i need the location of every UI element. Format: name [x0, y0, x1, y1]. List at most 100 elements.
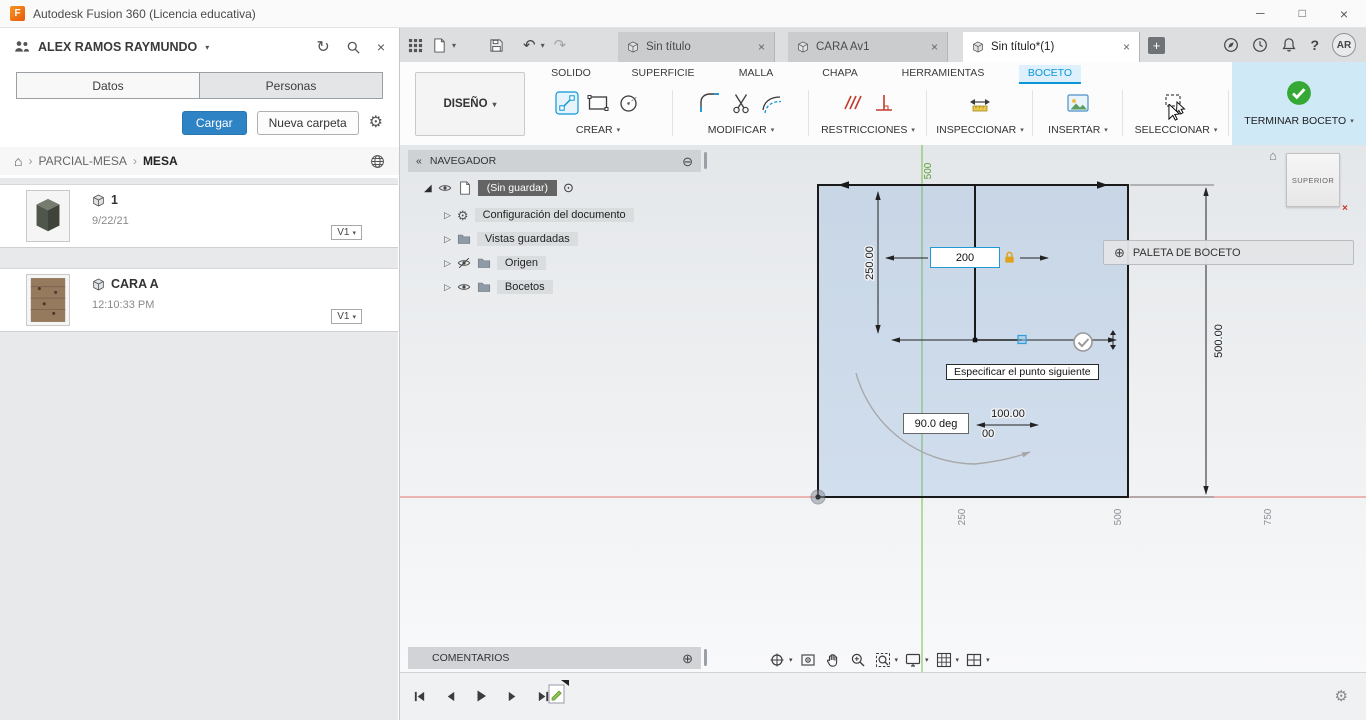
chevron-down-icon[interactable]: ▾ — [541, 41, 545, 50]
step-back-button[interactable] — [439, 685, 461, 707]
viewports-button[interactable] — [963, 649, 985, 671]
lock-icon[interactable] — [1002, 250, 1017, 265]
origin-point[interactable] — [815, 494, 820, 499]
perpendicular-constraint-icon[interactable] — [872, 91, 896, 115]
tab-superficie[interactable]: SUPERFICIE — [622, 65, 703, 82]
file-menu-icon[interactable] — [432, 38, 447, 53]
expand-plus-icon[interactable]: ⊕ — [1114, 246, 1125, 259]
chevron-down-icon[interactable]: ▾ — [452, 41, 456, 50]
sketch-point[interactable] — [973, 338, 978, 343]
expand-arrow-icon[interactable]: ▷ — [444, 234, 451, 245]
minimize-panel-icon[interactable]: ⊖ — [682, 155, 693, 168]
version-dropdown[interactable]: V1 ▾ — [331, 309, 362, 324]
tab-malla[interactable]: MALLA — [730, 65, 782, 82]
tree-item-label[interactable]: Origen — [497, 256, 546, 270]
dim-250-text[interactable]: 250.00 — [864, 246, 876, 280]
expand-arrow-icon[interactable]: ▷ — [444, 258, 451, 269]
tree-item-label[interactable]: Bocetos — [497, 280, 553, 294]
workspace-dropdown[interactable]: DISEÑO ▾ — [415, 72, 525, 136]
modificar-dropdown[interactable]: MODIFICAR ▾ — [676, 124, 806, 136]
tab-solido[interactable]: SOLIDO — [542, 65, 600, 82]
new-folder-button[interactable]: Nueva carpeta — [257, 111, 359, 135]
chevron-down-icon[interactable]: ▾ — [956, 656, 960, 664]
root-document-name[interactable]: (Sin guardar) — [478, 180, 557, 196]
upload-button[interactable]: Cargar — [182, 111, 247, 135]
orbit-button[interactable] — [766, 649, 788, 671]
tab-personas[interactable]: Personas — [199, 73, 382, 98]
maximize-button[interactable]: □ — [1299, 6, 1306, 22]
close-tab-icon[interactable]: × — [1123, 40, 1130, 54]
tree-item-sketches[interactable]: ▷ Bocetos — [408, 277, 553, 297]
finish-sketch-block[interactable]: TERMINAR BOCETO ▾ — [1232, 62, 1366, 145]
tab-herramientas[interactable]: HERRAMIENTAS — [893, 65, 994, 82]
navigator-header[interactable]: « NAVEGADOR ⊖ — [408, 150, 701, 172]
viewcube[interactable]: SUPERIOR — [1286, 153, 1340, 207]
line-tool-icon[interactable] — [555, 91, 579, 115]
crear-dropdown[interactable]: CREAR ▾ — [528, 124, 668, 136]
tab-datos[interactable]: Datos — [17, 73, 199, 98]
document-title[interactable]: 1 — [111, 193, 118, 207]
insertar-dropdown[interactable]: INSERTAR ▾ — [1036, 124, 1120, 136]
chevron-down-icon[interactable]: ▾ — [205, 43, 209, 52]
home-icon[interactable]: ⌂ — [14, 153, 22, 169]
seleccionar-dropdown[interactable]: SELECCIONAR ▾ — [1126, 124, 1226, 136]
breadcrumb-project[interactable]: PARCIAL-MESA — [38, 154, 126, 168]
list-item[interactable]: 1 9/22/21 V1 ▾ — [0, 184, 398, 248]
insert-image-icon[interactable] — [1066, 91, 1090, 115]
document-thumbnail[interactable] — [26, 190, 70, 242]
doc-tab[interactable]: Sin título × — [618, 32, 775, 62]
version-dropdown[interactable]: V1 ▾ — [331, 225, 362, 240]
doc-tab-active[interactable]: Sin título*(1) × — [963, 32, 1140, 62]
team-name[interactable]: ALEX RAMOS RAYMUNDO — [38, 40, 197, 54]
tree-item-doc-settings[interactable]: ▷ ⚙ Configuración del documento — [408, 205, 634, 225]
close-panel-icon[interactable]: × — [377, 39, 385, 55]
navigator-root-row[interactable]: ◢ (Sin guardar) ⊙ — [408, 178, 574, 198]
job-status-clock-icon[interactable] — [1252, 37, 1268, 53]
activate-target-icon[interactable]: ⊙ — [563, 180, 574, 196]
visibility-eye-icon[interactable] — [438, 181, 452, 195]
help-icon[interactable]: ? — [1310, 37, 1319, 53]
close-tab-icon[interactable]: × — [931, 40, 938, 54]
skip-to-start-button[interactable] — [408, 685, 430, 707]
chevron-down-icon[interactable]: ▾ — [789, 656, 793, 664]
trim-scissors-icon[interactable] — [729, 91, 753, 115]
add-comment-icon[interactable]: ⊕ — [682, 652, 693, 665]
offset-tool-icon[interactable] — [760, 91, 784, 115]
viewport-canvas[interactable]: 250.00 500.00 100.00 00 2 — [400, 145, 1366, 672]
tree-item-label[interactable]: Vistas guardadas — [477, 232, 578, 246]
notifications-bell-icon[interactable] — [1281, 37, 1297, 53]
expand-arrow-icon[interactable]: ▷ — [444, 210, 451, 221]
doc-tab[interactable]: CARA Av1 × — [788, 32, 948, 62]
panel-drag-handle[interactable] — [704, 649, 707, 666]
app-grid-icon[interactable] — [408, 38, 423, 53]
tab-boceto[interactable]: BOCETO — [1019, 65, 1081, 84]
fillet-tool-icon[interactable] — [698, 91, 722, 115]
dim-100-text[interactable]: 100.00 — [991, 408, 1025, 420]
zoom-window-button[interactable] — [872, 649, 894, 671]
tab-chapa[interactable]: CHAPA — [813, 65, 866, 82]
display-settings-button[interactable] — [902, 649, 924, 671]
visibility-off-eye-icon[interactable] — [457, 256, 471, 270]
tree-item-label[interactable]: Configuración del documento — [475, 208, 634, 222]
search-icon[interactable] — [346, 40, 361, 55]
tree-item-origin[interactable]: ▷ Origen — [408, 253, 546, 273]
play-button[interactable] — [470, 685, 492, 707]
measure-tool-icon[interactable] — [968, 91, 992, 115]
comments-bar[interactable]: COMENTARIOS ⊕ — [408, 647, 701, 669]
chevron-down-icon[interactable]: ▾ — [925, 656, 929, 664]
user-avatar[interactable]: AR — [1332, 33, 1356, 57]
inspeccionar-dropdown[interactable]: INSPECCIONAR ▾ — [930, 124, 1030, 136]
accept-check-badge[interactable] — [1074, 333, 1092, 351]
minimize-button[interactable]: ─ — [1256, 6, 1265, 22]
web-icon[interactable] — [370, 154, 385, 169]
grid-settings-button[interactable] — [933, 649, 955, 671]
dim-500-text[interactable]: 500.00 — [1213, 324, 1225, 358]
rectangle-tool-icon[interactable] — [586, 91, 610, 115]
visibility-eye-icon[interactable] — [457, 280, 471, 294]
expand-arrow-icon[interactable]: ▷ — [444, 282, 451, 293]
close-tab-icon[interactable]: × — [758, 40, 765, 54]
document-thumbnail[interactable] — [26, 274, 70, 326]
circle-tool-icon[interactable] — [617, 91, 641, 115]
refresh-icon[interactable]: ↻ — [316, 37, 329, 57]
undo-icon[interactable]: ↶ — [523, 38, 536, 53]
